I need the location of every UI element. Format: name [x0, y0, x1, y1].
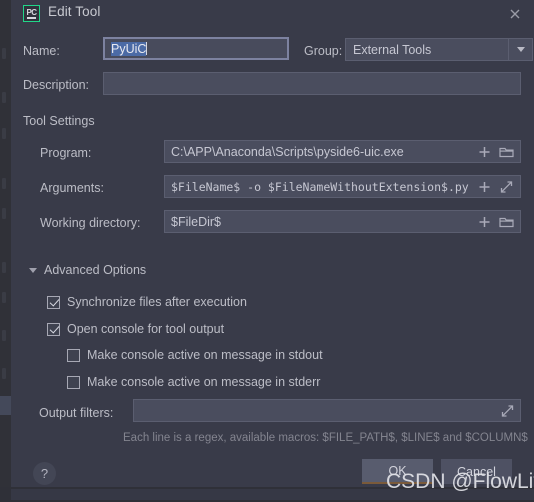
checkbox-box	[67, 375, 80, 389]
ok-button-label: OK	[388, 463, 407, 478]
plus-icon[interactable]	[477, 179, 492, 194]
background-status-bar	[11, 489, 534, 500]
description-input[interactable]	[103, 72, 521, 95]
edit-tool-dialog: PC Edit Tool Name: PyUiC Group: External…	[11, 0, 534, 487]
pycharm-icon-text: PC	[26, 7, 37, 17]
background-artifact	[2, 262, 6, 273]
folder-icon[interactable]	[499, 214, 514, 229]
checkbox-console-active-stderr[interactable]: Make console active on message in stderr	[67, 375, 320, 389]
working-directory-input[interactable]: $FileDir$	[164, 210, 521, 233]
output-filters-input[interactable]	[133, 399, 521, 422]
background-artifact	[2, 368, 6, 379]
program-label: Program:	[40, 146, 92, 160]
chevron-down-icon[interactable]	[29, 268, 37, 273]
background-artifact	[2, 330, 6, 341]
chevron-down-icon[interactable]	[508, 39, 532, 60]
background-artifact	[2, 178, 6, 189]
checkbox-label: Make console active on message in stderr	[87, 375, 321, 389]
working-directory-label: Working directory:	[40, 216, 141, 230]
checkbox-box	[47, 322, 60, 336]
name-input-selection: PyUiC	[111, 41, 147, 56]
working-directory-input-value: $FileDir$	[171, 214, 222, 229]
chevron-down-glyph	[516, 47, 525, 52]
background-artifact	[2, 92, 6, 103]
program-input[interactable]: C:\APP\Anaconda\Scripts\pyside6-uic.exe	[164, 140, 521, 163]
checkbox-label: Synchronize files after execution	[67, 295, 247, 309]
output-filters-hint: Each line is a regex, available macros: …	[123, 432, 528, 444]
checkbox-open-console[interactable]: Open console for tool output	[47, 322, 224, 336]
name-input-value: PyUiC	[111, 41, 148, 56]
dialog-title: Edit Tool	[48, 4, 101, 19]
background-artifact	[2, 292, 6, 303]
cancel-button-label: Cancel	[457, 464, 496, 479]
group-combobox[interactable]: External Tools	[345, 38, 533, 61]
plus-icon[interactable]	[477, 144, 492, 159]
arguments-input-value: $FileName$ -o $FileNameWithoutExtension$…	[171, 179, 469, 194]
advanced-options-label: Advanced Options	[44, 263, 147, 277]
group-label: Group:	[304, 44, 343, 58]
plus-icon[interactable]	[477, 214, 492, 229]
background-artifact	[2, 128, 6, 139]
cancel-button[interactable]: Cancel	[441, 459, 512, 484]
group-combobox-value: External Tools	[353, 42, 432, 57]
arguments-input[interactable]: $FileName$ -o $FileNameWithoutExtension$…	[164, 175, 521, 198]
name-label: Name:	[23, 44, 60, 58]
checkbox-box	[67, 348, 80, 362]
background-artifact	[2, 208, 6, 219]
expand-icon[interactable]	[500, 403, 515, 418]
expand-icon[interactable]	[499, 179, 514, 194]
checkbox-synchronize-files[interactable]: Synchronize files after execution	[47, 295, 247, 309]
help-button-label: ?	[40, 466, 49, 481]
tool-settings-section-label: Tool Settings	[23, 114, 95, 128]
folder-icon[interactable]	[499, 144, 514, 159]
close-icon[interactable]	[505, 4, 525, 24]
name-input[interactable]: PyUiC	[103, 37, 289, 60]
program-input-value: C:\APP\Anaconda\Scripts\pyside6-uic.exe	[171, 144, 404, 159]
description-label: Description:	[23, 78, 89, 92]
text-caret	[146, 41, 148, 55]
checkbox-box	[47, 295, 60, 309]
pycharm-icon: PC	[23, 5, 40, 22]
background-artifact	[2, 48, 6, 59]
checkbox-console-active-stdout[interactable]: Make console active on message in stdout	[67, 348, 323, 362]
help-button[interactable]: ?	[33, 462, 56, 485]
checkbox-label: Open console for tool output	[67, 322, 225, 336]
dialog-titlebar: PC Edit Tool	[11, 0, 534, 28]
ok-button[interactable]: OK	[362, 459, 433, 484]
arguments-label: Arguments:	[40, 181, 104, 195]
checkbox-label: Make console active on message in stdout	[87, 348, 323, 362]
output-filters-label: Output filters:	[39, 406, 114, 420]
